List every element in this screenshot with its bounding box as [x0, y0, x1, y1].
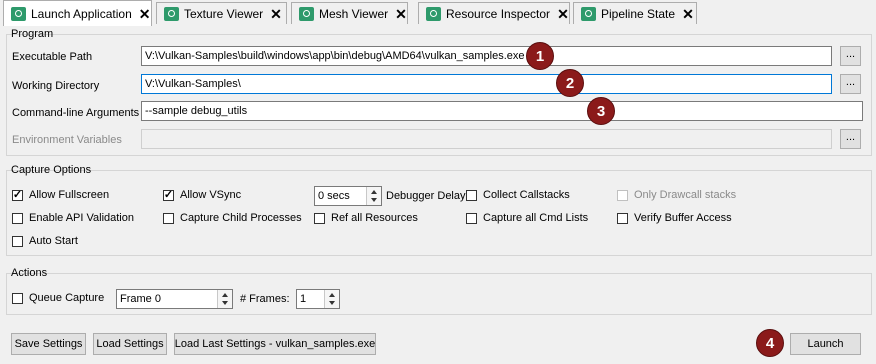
debugger-delay-value: 0 secs	[318, 190, 350, 202]
load-last-settings-button[interactable]: Load Last Settings - vulkan_samples.exe	[174, 333, 376, 355]
resource-inspector-icon	[426, 6, 441, 21]
launch-button[interactable]: Launch	[790, 333, 861, 355]
command-line-arguments-label: Command-line Arguments	[12, 107, 140, 119]
checkbox-label: Only Drawcall stacks	[634, 189, 737, 201]
ref-all-resources-checkbox[interactable]: Ref all Resources	[314, 212, 418, 224]
num-frames-label: # Frames:	[240, 293, 290, 305]
num-frames-spinbox[interactable]: 1	[296, 289, 340, 309]
capture-options-group	[6, 170, 872, 256]
close-icon[interactable]: ✕	[557, 7, 569, 21]
checkbox-label: Capture all Cmd Lists	[483, 212, 589, 224]
actions-group-title: Actions	[11, 267, 48, 279]
command-line-arguments-field[interactable]: --sample debug_utils	[141, 101, 863, 121]
queue-frame-value: Frame 0	[120, 293, 161, 305]
checkbox-label: Collect Callstacks	[483, 189, 570, 201]
arrow-up-icon	[329, 293, 335, 297]
arrow-down-icon	[329, 301, 335, 305]
arrow-up-icon	[222, 293, 228, 297]
checkbox-label: Queue Capture	[29, 292, 105, 304]
program-group-title: Program	[11, 28, 54, 40]
checkbox-checked-icon	[12, 189, 23, 201]
verify-buffer-access-checkbox[interactable]: Verify Buffer Access	[617, 212, 732, 224]
queue-capture-checkbox[interactable]: Queue Capture	[12, 292, 104, 304]
allow-fullscreen-checkbox[interactable]: Allow Fullscreen	[12, 189, 109, 201]
working-directory-label: Working Directory	[12, 80, 100, 92]
num-frames-value: 1	[300, 293, 307, 305]
renderdoc-icon	[11, 6, 26, 21]
tab-label: Mesh Viewer	[319, 6, 389, 21]
capture-options-group-title: Capture Options	[11, 164, 92, 176]
checkbox-label: Auto Start	[29, 235, 78, 247]
spin-arrows[interactable]	[217, 290, 232, 308]
tab-resource-inspector[interactable]: Resource Inspector ✕	[418, 2, 570, 24]
tab-label: Launch Application	[31, 6, 132, 21]
close-icon[interactable]: ✕	[682, 7, 694, 21]
checkbox-icon	[617, 212, 628, 224]
executable-path-field[interactable]: V:\Vulkan-Samples\build\windows\app\bin\…	[141, 46, 832, 66]
debugger-delay-label: Debugger Delay	[386, 190, 466, 202]
arrow-down-icon	[222, 301, 228, 305]
save-settings-button[interactable]: Save Settings	[11, 333, 86, 355]
allow-vsync-checkbox[interactable]: Allow VSync	[163, 189, 241, 201]
close-icon[interactable]: ✕	[395, 7, 407, 21]
checkbox-icon	[12, 292, 23, 304]
tab-label: Pipeline State	[601, 6, 676, 21]
only-drawcall-stacks-checkbox: Only Drawcall stacks	[617, 189, 736, 201]
tab-launch-application[interactable]: Launch Application ✕	[3, 0, 152, 26]
checkbox-label: Enable API Validation	[29, 212, 134, 224]
executable-path-label: Executable Path	[12, 51, 93, 63]
checkbox-label: Verify Buffer Access	[634, 212, 732, 224]
tab-label: Resource Inspector	[446, 6, 551, 21]
checkbox-label: Capture Child Processes	[180, 212, 302, 224]
environment-variables-label: Environment Variables	[12, 134, 122, 146]
environment-variables-browse-button[interactable]: ...	[840, 129, 861, 149]
working-directory-field[interactable]: V:\Vulkan-Samples\	[141, 74, 832, 94]
environment-variables-field	[141, 129, 832, 149]
arrow-down-icon	[371, 198, 377, 202]
tab-bar: Launch Application ✕ Texture Viewer ✕ Me…	[0, 0, 876, 26]
enable-api-validation-checkbox[interactable]: Enable API Validation	[12, 212, 134, 224]
callout-marker-3: 3	[587, 97, 615, 125]
queue-frame-spinbox[interactable]: Frame 0	[116, 289, 233, 309]
tab-pipeline-state[interactable]: Pipeline State ✕	[573, 2, 697, 24]
close-icon[interactable]: ✕	[139, 7, 151, 21]
tab-texture-viewer[interactable]: Texture Viewer ✕	[156, 2, 287, 24]
collect-callstacks-checkbox[interactable]: Collect Callstacks	[466, 189, 570, 201]
tab-label: Texture Viewer	[184, 6, 264, 21]
checkbox-label: Allow VSync	[180, 189, 242, 201]
checkbox-icon	[163, 212, 174, 224]
callout-marker-2: 2	[556, 69, 584, 97]
load-settings-button[interactable]: Load Settings	[93, 333, 167, 355]
checkbox-checked-icon	[163, 189, 174, 201]
spin-arrows[interactable]	[366, 187, 381, 205]
callout-marker-4: 4	[756, 329, 784, 357]
capture-child-processes-checkbox[interactable]: Capture Child Processes	[163, 212, 302, 224]
callout-marker-1: 1	[526, 42, 554, 70]
auto-start-checkbox[interactable]: Auto Start	[12, 235, 78, 247]
texture-viewer-icon	[164, 6, 179, 21]
arrow-up-icon	[371, 190, 377, 194]
checkbox-icon	[12, 235, 23, 247]
working-directory-browse-button[interactable]: ...	[840, 74, 861, 94]
checkbox-icon	[617, 189, 628, 201]
checkbox-icon	[12, 212, 23, 224]
spin-arrows[interactable]	[324, 290, 339, 308]
tab-mesh-viewer[interactable]: Mesh Viewer ✕	[291, 2, 408, 24]
checkbox-icon	[466, 189, 477, 201]
debugger-delay-spinbox[interactable]: 0 secs	[314, 186, 382, 206]
checkbox-label: Allow Fullscreen	[29, 189, 110, 201]
close-icon[interactable]: ✕	[270, 7, 282, 21]
capture-all-cmd-lists-checkbox[interactable]: Capture all Cmd Lists	[466, 212, 588, 224]
checkbox-label: Ref all Resources	[331, 212, 418, 224]
pipeline-state-icon	[581, 6, 596, 21]
checkbox-icon	[466, 212, 477, 224]
mesh-viewer-icon	[299, 6, 314, 21]
checkbox-icon	[314, 212, 325, 224]
executable-browse-button[interactable]: ...	[840, 46, 861, 66]
